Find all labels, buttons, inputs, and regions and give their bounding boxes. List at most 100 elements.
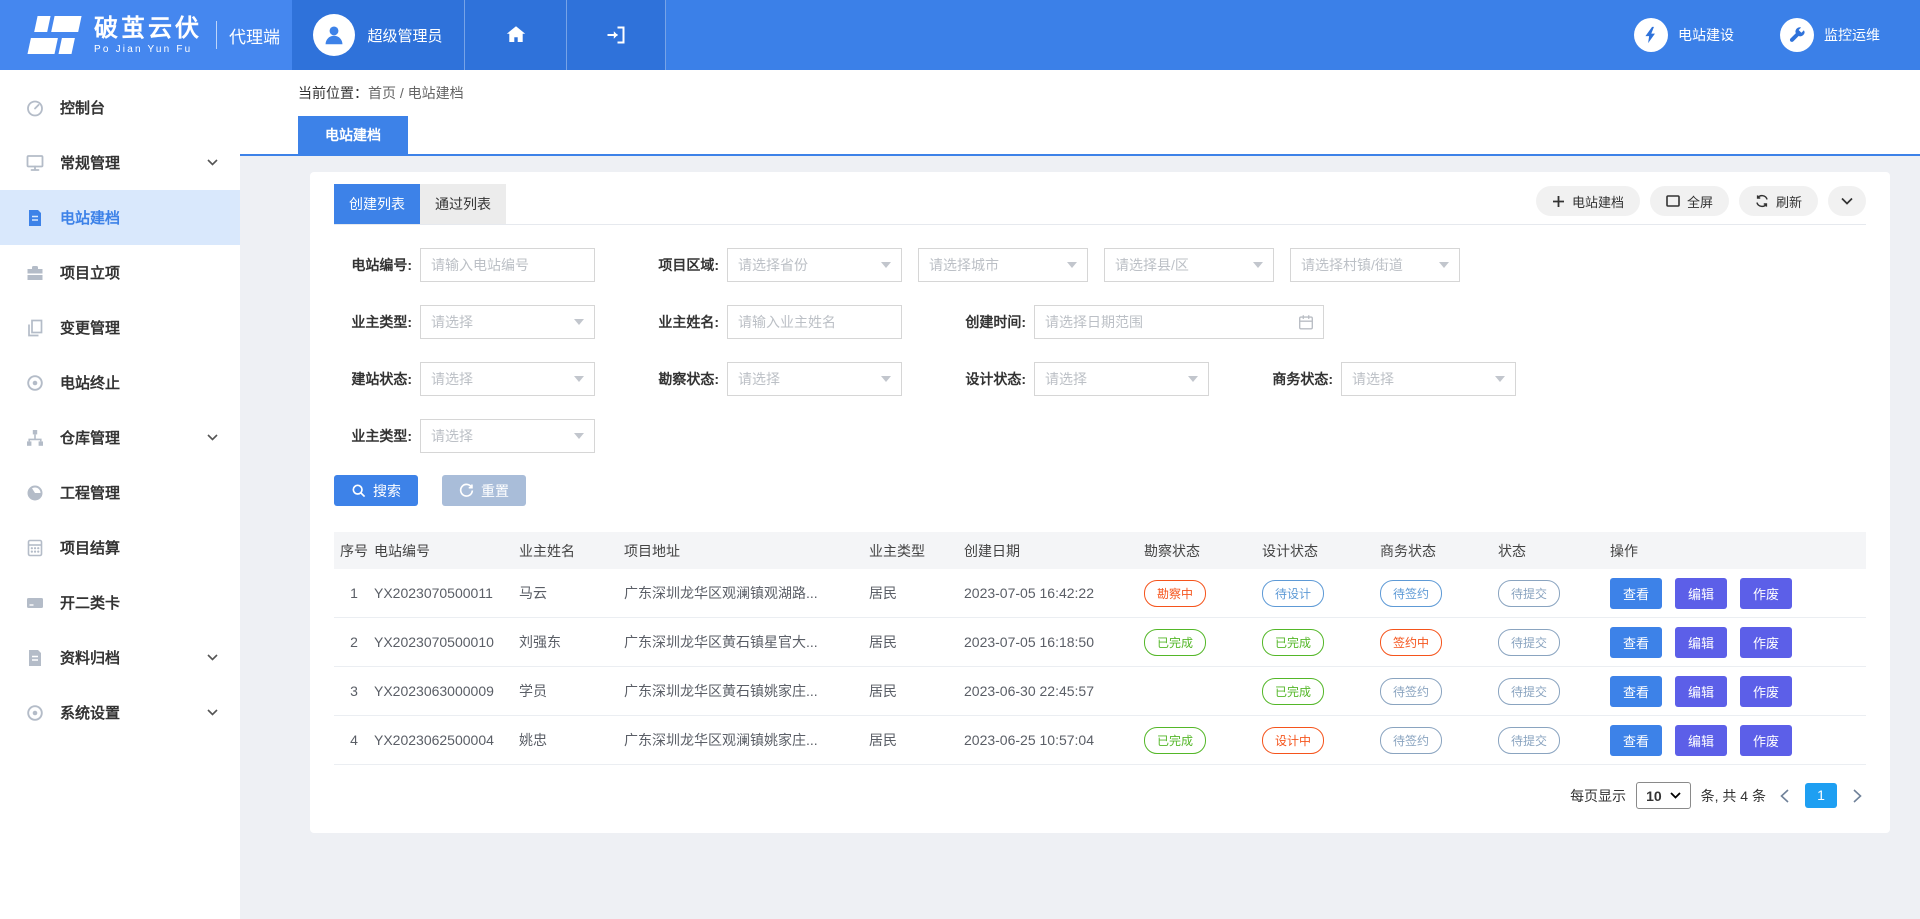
filter-row-4: 业主类型: 请选择 bbox=[334, 419, 1866, 453]
logo-title: 破茧云伏 bbox=[94, 16, 202, 42]
page-tab-station-filing[interactable]: 电站建档 bbox=[298, 116, 408, 154]
date-range-input[interactable] bbox=[1045, 314, 1313, 330]
status-badge: 待设计 bbox=[1262, 580, 1324, 607]
business-status-select[interactable]: 请选择 bbox=[1341, 362, 1516, 396]
nav-station-construction[interactable]: 电站建设 bbox=[1634, 18, 1734, 52]
sidebar-item-type2-card[interactable]: 开二类卡 bbox=[0, 575, 240, 630]
void-button[interactable]: 作废 bbox=[1740, 627, 1792, 658]
nav-monitoring-ops[interactable]: 监控运维 bbox=[1780, 18, 1880, 52]
target-icon bbox=[25, 373, 45, 393]
sidebar-item-general-mgmt[interactable]: 常规管理 bbox=[0, 135, 240, 190]
next-page-button[interactable] bbox=[1849, 789, 1866, 803]
breadcrumb-bar: 当前位置：首页 / 电站建档 电站建档 bbox=[240, 70, 1920, 156]
chevron-down-icon bbox=[1841, 197, 1853, 205]
chevron-down-icon bbox=[207, 709, 218, 716]
tab-create-list[interactable]: 创建列表 bbox=[334, 184, 420, 224]
sidebar-item-engineering-mgmt[interactable]: 工程管理 bbox=[0, 465, 240, 520]
sidebar-item-system-settings[interactable]: 系统设置 bbox=[0, 685, 240, 740]
fullscreen-icon bbox=[1666, 195, 1680, 207]
caret-down-icon bbox=[1439, 262, 1449, 268]
create-time-filter: 创建时间: bbox=[948, 305, 1324, 339]
breadcrumb-path[interactable]: 首页 / 电站建档 bbox=[368, 85, 464, 101]
sidebar-item-archive[interactable]: 资料归档 bbox=[0, 630, 240, 685]
sidebar-item-warehouse-mgmt[interactable]: 仓库管理 bbox=[0, 410, 240, 465]
portal-label: 代理端 bbox=[229, 23, 280, 48]
status-badge: 勘察中 bbox=[1144, 580, 1206, 607]
filter-row-1: 电站编号: 项目区域: 请选择省份 请选择城市 bbox=[334, 248, 1866, 282]
toolbar: 电站建档 全屏 刷新 bbox=[1536, 186, 1866, 222]
filter-row-3: 建站状态: 请选择 勘察状态: 请选择 设计状态: bbox=[334, 362, 1866, 396]
search-button[interactable]: 搜索 bbox=[334, 475, 418, 506]
sidebar-item-project-initiation[interactable]: 项目立项 bbox=[0, 245, 240, 300]
per-page-select[interactable]: 10 bbox=[1636, 782, 1691, 809]
table-header: 序号 电站编号 业主姓名 项目地址 业主类型 创建日期 勘察状态 设计状态 商务… bbox=[334, 532, 1866, 569]
caret-down-icon bbox=[1253, 262, 1263, 268]
reset-button[interactable]: 重置 bbox=[442, 475, 526, 506]
app-window: 破茧云伏 Po Jian Yun Fu 代理端 超级管理员 bbox=[0, 0, 1920, 919]
briefcase-icon bbox=[25, 263, 45, 283]
user-icon bbox=[321, 22, 347, 48]
view-button[interactable]: 查看 bbox=[1610, 578, 1662, 609]
table-row: 3 YX2023063000009 学员 广东深圳龙华区黄石镇姚家庄... 居民… bbox=[334, 667, 1866, 716]
nav-station-label: 电站建设 bbox=[1678, 25, 1734, 45]
fullscreen-button[interactable]: 全屏 bbox=[1650, 186, 1729, 216]
sidebar-item-console[interactable]: 控制台 bbox=[0, 80, 240, 135]
logout-button[interactable] bbox=[566, 0, 666, 70]
card-icon bbox=[25, 593, 45, 613]
station-no-input[interactable] bbox=[431, 257, 584, 273]
design-status-select[interactable]: 请选择 bbox=[1034, 362, 1209, 396]
refresh-icon bbox=[1755, 194, 1769, 208]
collapse-button[interactable] bbox=[1828, 186, 1866, 216]
view-button[interactable]: 查看 bbox=[1610, 627, 1662, 658]
county-select[interactable]: 请选择县/区 bbox=[1104, 248, 1274, 282]
edit-button[interactable]: 编辑 bbox=[1675, 676, 1727, 707]
sidebar-item-station-termination[interactable]: 电站终止 bbox=[0, 355, 240, 410]
caret-down-icon bbox=[1188, 376, 1198, 382]
owner-name-input[interactable] bbox=[738, 314, 891, 330]
owner-type-select[interactable]: 请选择 bbox=[420, 305, 595, 339]
owner-type2-select[interactable]: 请选择 bbox=[420, 419, 595, 453]
city-select[interactable]: 请选择城市 bbox=[918, 248, 1088, 282]
prev-page-button[interactable] bbox=[1776, 789, 1793, 803]
user-menu[interactable]: 超级管理员 bbox=[292, 0, 464, 70]
chevron-right-icon bbox=[1853, 789, 1862, 803]
col-header-code: 电站编号 bbox=[374, 541, 519, 561]
void-button[interactable]: 作废 bbox=[1740, 578, 1792, 609]
main-content: 当前位置：首页 / 电站建档 电站建档 创建列表 通过列表 电站建档 bbox=[240, 70, 1920, 919]
gauge-icon bbox=[25, 98, 45, 118]
total-count-label: 条, 共 4 条 bbox=[1701, 786, 1766, 806]
edit-button[interactable]: 编辑 bbox=[1675, 627, 1727, 658]
date-range-input-wrap bbox=[1034, 305, 1324, 339]
create-station-button[interactable]: 电站建档 bbox=[1536, 186, 1640, 216]
caret-down-icon bbox=[1670, 792, 1681, 799]
status-badge: 已完成 bbox=[1262, 678, 1324, 705]
breadcrumb-prefix: 当前位置： bbox=[298, 85, 368, 101]
page-number-button[interactable]: 1 bbox=[1805, 783, 1837, 808]
document-icon bbox=[25, 208, 45, 228]
void-button[interactable]: 作废 bbox=[1740, 725, 1792, 756]
col-header-business: 商务状态 bbox=[1380, 541, 1498, 561]
status-badge: 设计中 bbox=[1262, 727, 1324, 754]
view-button[interactable]: 查看 bbox=[1610, 725, 1662, 756]
sidebar-item-station-filing[interactable]: 电站建档 bbox=[0, 190, 240, 245]
caret-down-icon bbox=[1067, 262, 1077, 268]
caret-down-icon bbox=[881, 376, 891, 382]
tab-passed-list[interactable]: 通过列表 bbox=[420, 184, 506, 224]
refresh-button[interactable]: 刷新 bbox=[1739, 186, 1818, 216]
status-badge: 待提交 bbox=[1498, 678, 1560, 705]
town-select[interactable]: 请选择村镇/街道 bbox=[1290, 248, 1460, 282]
sidebar-item-change-mgmt[interactable]: 变更管理 bbox=[0, 300, 240, 355]
home-button[interactable] bbox=[464, 0, 566, 70]
user-name: 超级管理员 bbox=[367, 25, 442, 46]
build-status-select[interactable]: 请选择 bbox=[420, 362, 595, 396]
edit-button[interactable]: 编辑 bbox=[1675, 578, 1727, 609]
business-status-filter: 商务状态: 请选择 bbox=[1255, 362, 1516, 396]
void-button[interactable]: 作废 bbox=[1740, 676, 1792, 707]
view-button[interactable]: 查看 bbox=[1610, 676, 1662, 707]
survey-status-select[interactable]: 请选择 bbox=[727, 362, 902, 396]
province-select[interactable]: 请选择省份 bbox=[727, 248, 902, 282]
chevron-down-icon bbox=[207, 434, 218, 441]
sidebar-item-project-settlement[interactable]: 项目结算 bbox=[0, 520, 240, 575]
breadcrumb: 当前位置：首页 / 电站建档 bbox=[298, 83, 1920, 103]
edit-button[interactable]: 编辑 bbox=[1675, 725, 1727, 756]
